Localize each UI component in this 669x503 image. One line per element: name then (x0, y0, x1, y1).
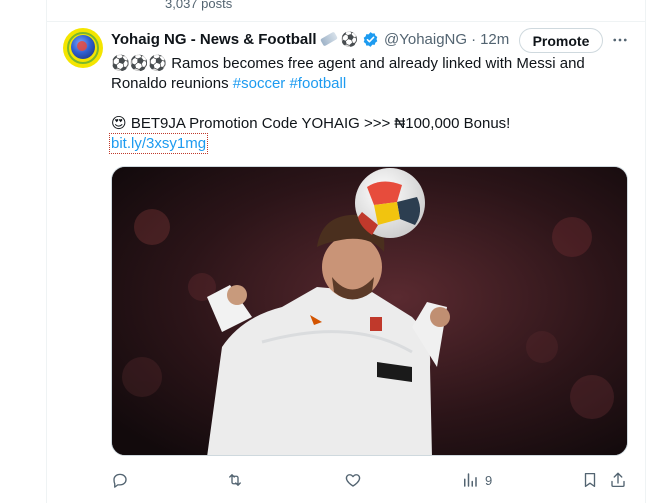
football-header-photo (112, 167, 627, 455)
avatar[interactable] (63, 28, 103, 68)
like-button[interactable] (344, 468, 362, 492)
retweet-button[interactable] (226, 468, 244, 492)
like-icon (345, 474, 361, 487)
tweet-actions: 9 (111, 468, 631, 492)
hashtag-football[interactable]: #football (289, 75, 346, 92)
views-icon (464, 473, 477, 487)
tweet-line-promo: 😍 BET9JA Promotion Code YOHAIG >>> ₦100,… (111, 114, 611, 134)
author-handle[interactable]: @YohaigNG (384, 31, 467, 48)
views-button[interactable]: 9 (461, 468, 492, 492)
promo-text: BET9JA Promotion Code YOHAIG >>> ₦100,00… (130, 115, 511, 132)
headline-text: Ramos becomes free agent and already lin… (111, 55, 585, 92)
syringe-emoji-icon (319, 31, 338, 47)
header-separator: · (471, 30, 477, 48)
author-name[interactable]: Yohaig NG - News & Football (111, 31, 317, 48)
tweet-media-image[interactable] (111, 166, 628, 456)
reply-button[interactable] (111, 468, 129, 492)
retweet-icon (229, 474, 241, 486)
lead-soccer-emojis: ⚽⚽⚽ (111, 55, 168, 72)
tweet-header: Yohaig NG - News & Football ⚽ @YohaigNG … (111, 28, 509, 50)
reply-icon (113, 473, 127, 488)
bookmark-icon (584, 472, 596, 488)
avatar-ball-image (71, 35, 95, 59)
posts-count: 3,037 posts (165, 0, 233, 11)
soccer-ball-emoji-icon: ⚽ (340, 30, 358, 47)
tweet-text: ⚽⚽⚽ Ramos becomes free agent and already… (108, 54, 611, 154)
promo-link[interactable]: bit.ly/3xsy1mg (108, 133, 209, 154)
timestamp[interactable]: 12m (480, 31, 509, 48)
timeline-right-border (645, 0, 646, 503)
name-emojis: ⚽ (319, 30, 358, 48)
bookmark-button[interactable] (581, 468, 599, 492)
more-options-button[interactable] (609, 28, 631, 52)
more-dots-icon (613, 38, 627, 42)
promote-button[interactable]: Promote (519, 28, 603, 53)
hashtag-soccer[interactable]: #soccer (233, 75, 286, 92)
verified-badge-icon[interactable] (362, 31, 379, 48)
share-button[interactable] (609, 468, 627, 492)
heart-eyes-emoji-icon: 😍 (111, 115, 127, 132)
previous-post-strip: 3,037 posts (47, 0, 645, 22)
tweet[interactable]: Yohaig NG - News & Football ⚽ @YohaigNG … (47, 22, 645, 503)
tweet-line-headline: ⚽⚽⚽ Ramos becomes free agent and already… (111, 54, 611, 94)
share-icon (611, 472, 625, 488)
views-count: 9 (485, 472, 493, 488)
